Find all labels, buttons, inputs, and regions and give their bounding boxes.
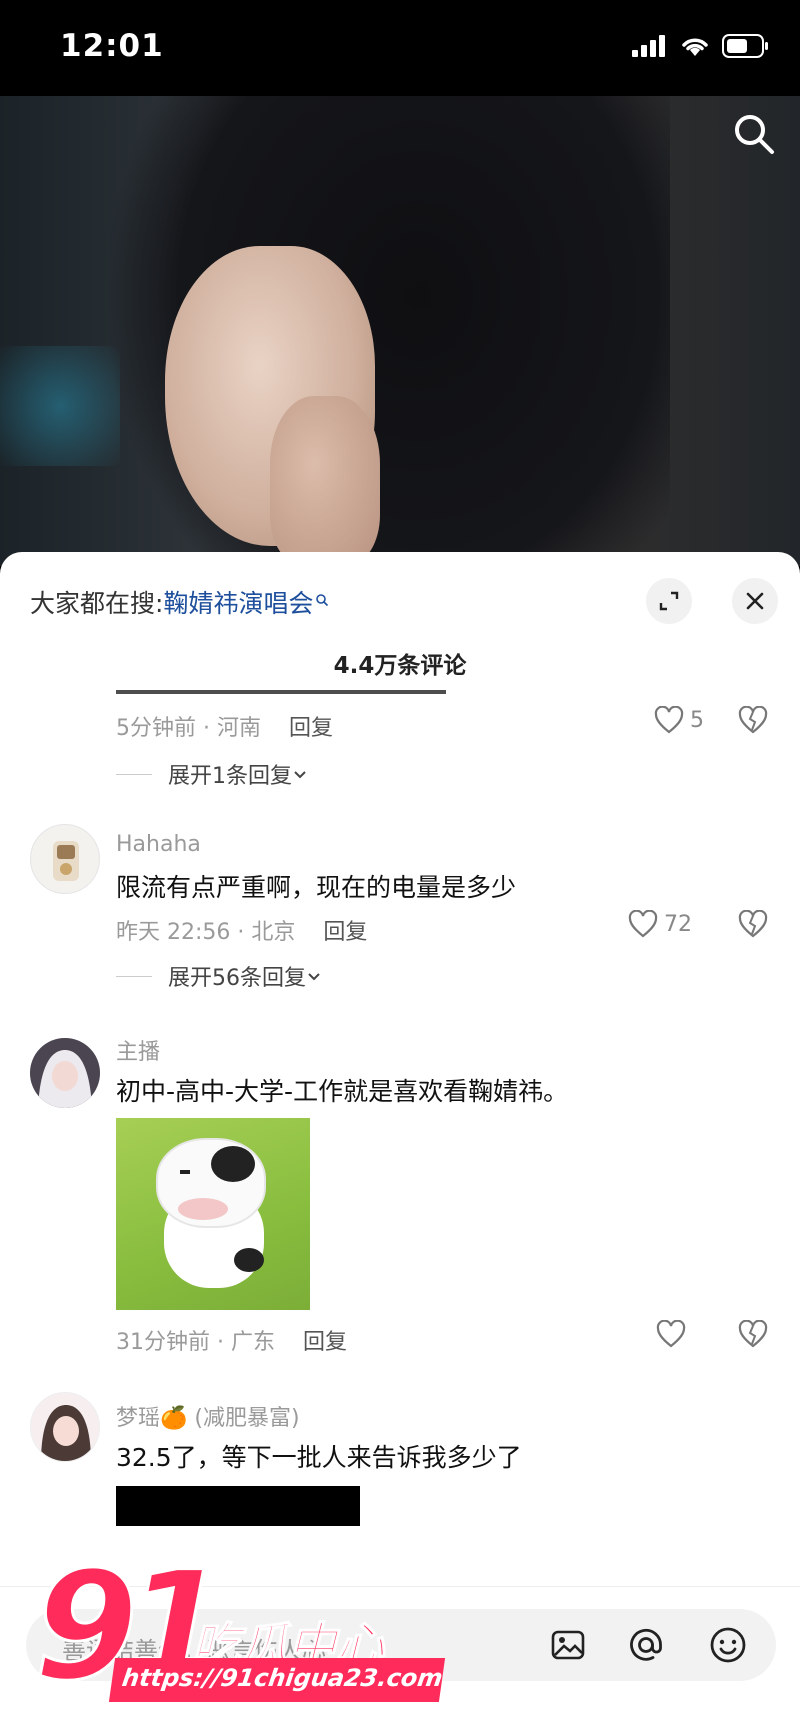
battery-icon (722, 34, 768, 58)
expand-replies-label: 展开56条回复 (168, 966, 306, 991)
comment-text: 32.5了，等下一批人来告诉我多少了 (116, 1443, 522, 1472)
expand-replies-button[interactable]: 展开56条回复 (116, 960, 322, 992)
heart-icon (654, 706, 684, 734)
comment-username[interactable]: Hahaha (116, 832, 201, 857)
video-figure-hand (270, 396, 380, 566)
expand-replies-button[interactable]: 展开1条回复 (116, 758, 308, 790)
heart-icon (656, 1320, 686, 1348)
watermark-url: https://91chigua23.com (108, 1658, 446, 1702)
comment-username[interactable]: 梦瑶🍊 (减肥暴富) (116, 1400, 300, 1432)
search-icon[interactable] (730, 110, 778, 158)
reply-button[interactable]: 回复 (289, 716, 333, 741)
like-button[interactable] (656, 1320, 692, 1348)
status-time: 12:01 (60, 28, 164, 64)
video-player[interactable] (0, 96, 800, 566)
dislike-button[interactable] (738, 705, 768, 738)
broken-heart-icon (738, 1319, 768, 1348)
reply-button[interactable]: 回复 (323, 920, 367, 945)
chevron-down-icon (294, 771, 306, 779)
comment-meta: 昨天 22:56 · 北京 回复 (116, 914, 367, 946)
expand-sheet-button[interactable] (646, 578, 692, 624)
watermark: 91 吃瓜中心 https://91chigua23.com (33, 1551, 446, 1732)
emoji-icon[interactable] (704, 1621, 752, 1669)
comment-meta: 5分钟前 · 河南 回复 (116, 710, 333, 742)
status-bar: 12:01 (0, 0, 800, 96)
hot-search[interactable]: 大家都在搜:鞠婧祎演唱会 (30, 584, 329, 620)
like-count: 5 (690, 707, 704, 733)
video-light (0, 346, 120, 466)
hot-search-keyword[interactable]: 鞠婧祎演唱会 (163, 589, 313, 618)
comment-image[interactable] (116, 1486, 360, 1526)
close-icon (746, 592, 764, 610)
sheet-header: 大家都在搜:鞠婧祎演唱会 4.4万条评论 (0, 552, 800, 679)
comment-time-location: 昨天 22:56 · 北京 (116, 920, 296, 945)
expand-icon (659, 591, 679, 611)
dislike-button[interactable] (738, 1319, 768, 1352)
cow-eye (216, 1170, 226, 1174)
divider (116, 975, 152, 977)
cow-spot (211, 1146, 255, 1182)
small-search-icon (315, 584, 329, 613)
comment-time-location: 5分钟前 · 河南 (116, 716, 261, 741)
wifi-icon (682, 38, 708, 56)
signal-icon (632, 35, 665, 57)
image-icon[interactable] (544, 1621, 592, 1669)
avatar[interactable] (30, 1038, 100, 1108)
status-icons (632, 34, 770, 58)
comment-image[interactable] (116, 1118, 310, 1310)
comment-text: 初中-高中-大学-工作就是喜欢看鞠婧祎。 (116, 1077, 569, 1106)
avatar[interactable] (30, 824, 100, 894)
comment-time-location: 31分钟前 · 广东 (116, 1330, 275, 1355)
like-button[interactable]: 72 (628, 910, 692, 938)
dislike-button[interactable] (738, 909, 768, 942)
cow-eye (180, 1170, 190, 1174)
comment-meta: 31分钟前 · 广东 回复 (116, 1324, 347, 1356)
close-button[interactable] (732, 578, 778, 624)
reply-button[interactable]: 回复 (303, 1330, 347, 1355)
cow-spot (234, 1248, 264, 1272)
comment-count: 4.4万条评论 (333, 653, 467, 679)
like-count: 72 (664, 911, 692, 937)
broken-heart-icon (738, 705, 768, 734)
divider (116, 773, 152, 775)
comment-username[interactable]: 主播 (116, 1034, 160, 1066)
broken-heart-icon (738, 909, 768, 938)
comment-text: 限流有点严重啊，现在的电量是多少 (116, 873, 517, 902)
avatar[interactable] (30, 1392, 100, 1462)
chevron-down-icon (308, 973, 320, 981)
cow-nose (178, 1198, 228, 1220)
cut-off-comment-text (116, 682, 446, 696)
expand-replies-label: 展开1条回复 (168, 764, 292, 789)
at-mention-icon[interactable] (622, 1621, 670, 1669)
hot-search-prefix: 大家都在搜: (30, 589, 164, 618)
heart-icon (628, 910, 658, 938)
like-button[interactable]: 5 (654, 706, 704, 734)
